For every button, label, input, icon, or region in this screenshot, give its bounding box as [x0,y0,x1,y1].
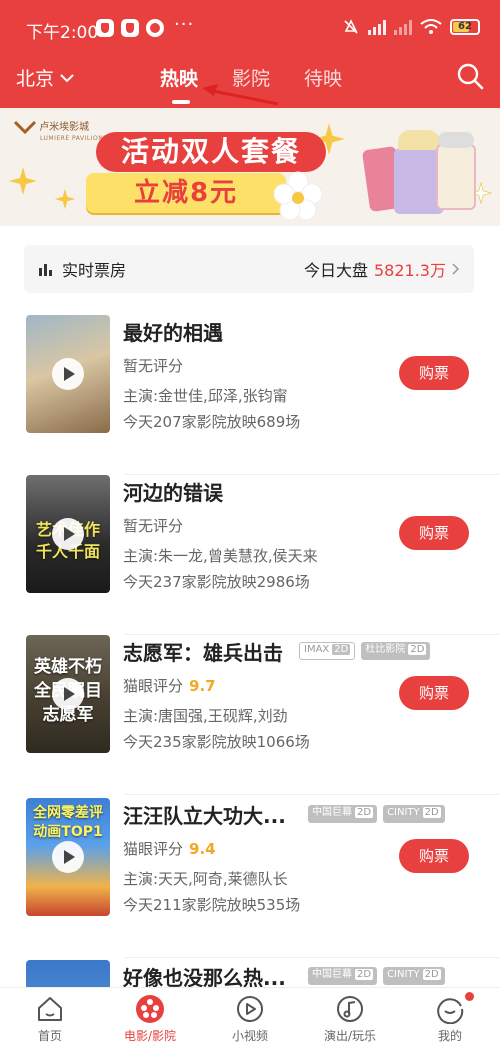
music-note-icon [337,996,363,1022]
buy-ticket-button[interactable]: 购票 [399,516,469,550]
movie-title[interactable]: 最好的相遇 [123,317,223,346]
movie-title[interactable]: 好像也没那么热... [123,962,286,990]
promo-banner[interactable]: 卢米埃影城 LUMIERE PAVILIONS 活动双人套餐 立减8元 [0,108,500,226]
format-tag: 中国巨幕 2D [308,967,378,985]
nav-movies[interactable]: 电影/影院 [100,988,200,1051]
movie-score: 暂无评分 [123,357,184,375]
popcorn-image [398,130,440,150]
play-trailer-icon[interactable] [52,678,84,710]
movie-showings: 今天207家影院放映689场 [123,413,301,431]
movie-cast: 主演:朱一龙,曾美慧孜,侯天来 [123,547,318,565]
divider [124,957,500,958]
format-tag: 杜比影院 2D [361,642,431,660]
status-icons: 62 [342,16,480,38]
battery-icon: 62 [450,19,480,35]
signal-icon [394,19,412,35]
flowers-image [438,132,474,148]
box-office-total: 今日大盘 5821.3万 [304,257,460,281]
nav-shows[interactable]: 演出/玩乐 [300,988,400,1051]
nav-short-video[interactable]: 小视频 [200,988,300,1051]
movie-showings: 今天235家影院放映1066场 [123,733,310,751]
box-office-label: 实时票房 [62,261,127,280]
movie-showings: 今天237家影院放映2986场 [123,573,310,591]
city-selector[interactable]: 北京 [16,64,74,91]
bottom-nav: 首页 电影/影院 小视频 演出/玩乐 我的 [0,987,500,1051]
status-time: 下午2:00 [26,23,99,43]
movie-poster[interactable] [26,315,110,433]
banner-offer: 立减8元 [86,173,286,213]
city-label: 北京 [16,68,55,90]
silent-icon [344,19,358,34]
movie-showings: 今天211家影院放映535场 [123,896,301,914]
nav-profile[interactable]: 我的 [400,988,500,1051]
movie-score: 猫眼评分 9.4 [123,840,216,858]
tab-now-showing[interactable]: 热映 [160,64,198,104]
box-office-amount: 5821.3万 [374,261,446,280]
film-reel-icon [136,995,164,1023]
shield-app-icon [121,19,139,37]
notification-dot [465,992,474,1001]
movie-title[interactable]: 河边的错误 [123,477,223,506]
movie-poster[interactable] [26,960,110,990]
format-tag: CINITY 2D [383,805,445,823]
cinema-logo-icon [14,120,36,134]
star-icon [54,188,76,210]
movie-item[interactable]: 英雄不朽 全民瞩目 志愿军 志愿军：雄兵出击 IMAX2D 杜比影院2D 猫眼评… [0,635,500,795]
divider [124,794,500,795]
play-trailer-icon[interactable] [52,358,84,390]
buy-ticket-button[interactable]: 购票 [399,356,469,390]
star-icon [9,167,37,195]
banner-headline: 活动双人套餐 [96,132,326,172]
status-bar: 下午2:00 ··· 62 [0,0,500,52]
profile-smile-icon [437,998,464,1024]
signal-icon [368,19,386,35]
poster-text: 全网零差评 动画TOP1 [33,805,103,840]
movie-item[interactable]: 全网零差评 动画TOP1 汪汪队立大功大... 中国巨幕 2D CINITY 2D … [0,798,500,958]
chevron-right-icon [452,263,460,275]
drink-cup-image [436,144,476,210]
format-tags: 中国巨幕 2D CINITY 2D [308,967,445,985]
format-tag: 中国巨幕 2D [308,805,378,823]
home-icon [38,997,62,1021]
box-office-bar[interactable]: 实时票房 今日大盘 5821.3万 [24,245,474,293]
movie-cast: 主演:天天,阿奇,莱德队长 [123,870,288,888]
play-circle-icon [237,996,263,1022]
movie-cast: 主演:唐国强,王砚辉,刘劲 [123,707,288,725]
top-bar: 下午2:00 ··· 62 北京 热映 影院 待映 [0,0,500,108]
search-icon[interactable] [456,62,484,90]
more-notifications-icon: ··· [174,14,195,35]
buy-ticket-button[interactable]: 购票 [399,676,469,710]
play-trailer-icon[interactable] [52,841,84,873]
movie-item[interactable]: 好像也没那么热... 中国巨幕 2D CINITY 2D [0,960,500,990]
cinema-logo: 卢米埃影城 LUMIERE PAVILIONS [14,118,108,142]
shield-app-icon [96,19,114,37]
flower-icon [273,171,323,221]
movie-poster[interactable]: 全网零差评 动画TOP1 [26,798,110,916]
movie-cast: 主演:金世佳,邱泽,张钧甯 [123,387,288,405]
movie-score: 猫眼评分 9.7 [123,677,216,695]
buy-ticket-button[interactable]: 购票 [399,839,469,873]
bar-chart-icon [39,264,52,276]
nav-home[interactable]: 首页 [0,988,100,1051]
movie-title[interactable]: 汪汪队立大功大... [123,800,286,829]
tab-coming-soon[interactable]: 待映 [304,64,342,91]
format-tags: IMAX 2D 杜比影院 2D [299,642,431,660]
movie-score: 暂无评分 [123,517,184,535]
movie-poster[interactable]: 英雄不朽 全民瞩目 志愿军 [26,635,110,753]
chevron-down-icon [60,73,74,82]
movie-item[interactable]: 艺术佳作 千人千面 河边的错误 暂无评分 主演:朱一龙,曾美慧孜,侯天来 今天2… [0,475,500,635]
format-tags: 中国巨幕 2D CINITY 2D [308,805,445,823]
chat-app-icon [146,19,164,37]
play-trailer-icon[interactable] [52,518,84,550]
format-tag: CINITY 2D [383,967,445,985]
wifi-icon [420,19,442,34]
movie-item[interactable]: 最好的相遇 暂无评分 主演:金世佳,邱泽,张钧甯 今天207家影院放映689场 … [0,315,500,475]
format-tag: IMAX 2D [299,642,356,660]
movie-title[interactable]: 志愿军：雄兵出击 [123,637,283,666]
movie-poster[interactable]: 艺术佳作 千人千面 [26,475,110,593]
